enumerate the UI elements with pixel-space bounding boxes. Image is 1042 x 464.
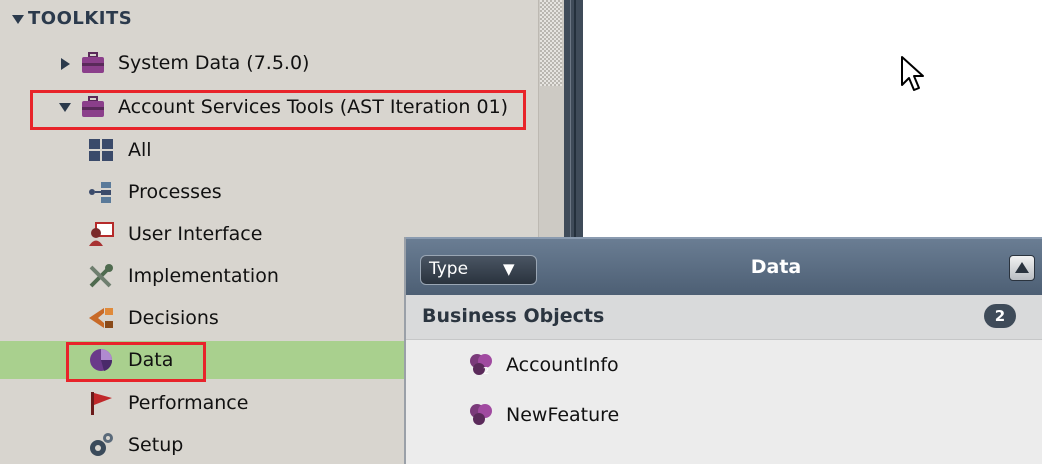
gears-icon	[90, 433, 113, 456]
data-panel-title: Data	[750, 256, 802, 278]
svg-text:2: 2	[483, 366, 489, 377]
chevron-down-icon: ▼	[503, 260, 515, 278]
toolbox-icon	[82, 52, 104, 73]
user-interface-icon	[89, 222, 114, 246]
tree-item-label: System Data (7.5.0)	[118, 52, 310, 74]
data-panel-header: Type ▼ Data	[406, 237, 1042, 297]
triangle-up-icon	[1015, 262, 1029, 273]
list-item-newfeature[interactable]: NewFeature	[406, 390, 1042, 440]
tree-scrollbar-thumb[interactable]	[540, 0, 562, 86]
type-dropdown-label: Type	[429, 259, 469, 279]
toolkits-section-label: TOOLKITS	[28, 8, 133, 29]
business-objects-group[interactable]: Business Objects 2	[406, 295, 1042, 340]
tree-item-all[interactable]: All	[0, 131, 538, 169]
caret-right-icon[interactable]	[61, 58, 70, 70]
type-dropdown[interactable]: Type ▼	[420, 255, 537, 285]
tree-item-label: User Interface	[128, 223, 263, 245]
tree-item-processes[interactable]: Processes	[0, 173, 538, 211]
list-item-label: NewFeature	[506, 404, 620, 426]
data-panel: Type ▼ Data Business Objects 2 2 Account…	[406, 237, 1042, 464]
mouse-cursor-icon	[901, 56, 924, 91]
list-item-label: AccountInfo	[506, 354, 619, 376]
highlight-box-data	[66, 342, 206, 382]
tree-item-label: Processes	[128, 181, 222, 203]
process-icon	[89, 182, 111, 203]
tree-item-system-data[interactable]: System Data (7.5.0)	[0, 44, 538, 82]
decision-icon	[89, 308, 113, 328]
group-count-badge: 2	[984, 304, 1016, 328]
business-object-icon: 2	[470, 354, 492, 377]
collapse-button[interactable]	[1009, 255, 1035, 281]
business-object-icon	[470, 404, 492, 425]
group-label: Business Objects	[422, 305, 605, 327]
tools-icon	[89, 264, 113, 288]
toolkits-section-header[interactable]: TOOLKITS	[0, 0, 538, 38]
tree-item-label: Implementation	[128, 265, 279, 287]
list-item-accountinfo[interactable]: 2 AccountInfo	[406, 340, 1042, 390]
tree-item-label: Performance	[128, 392, 249, 414]
tree-item-label: Setup	[128, 434, 184, 456]
tree-item-label: Decisions	[128, 307, 219, 329]
caret-down-icon	[12, 15, 24, 24]
grid-icon	[89, 139, 113, 161]
highlight-box-account-services	[30, 90, 526, 130]
tree-item-label: All	[128, 139, 152, 161]
flag-icon	[91, 392, 112, 415]
